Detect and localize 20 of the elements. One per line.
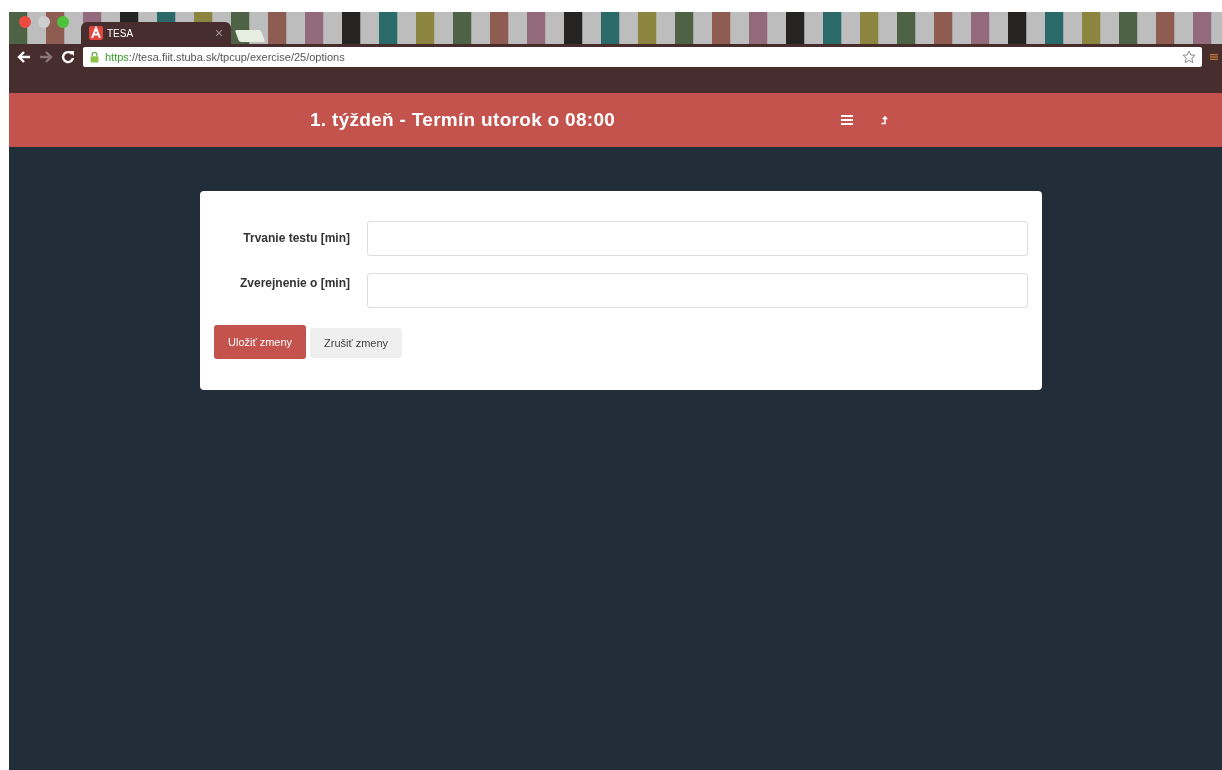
browser-tab[interactable]: TESA [81, 22, 231, 44]
logo-icon [89, 26, 103, 40]
field-label: Trvanie testu [min] [242, 230, 350, 245]
cancel-button[interactable]: Zrušiť zmeny [310, 328, 403, 358]
forward-arrow-icon[interactable] [39, 50, 53, 64]
input-field[interactable] [367, 273, 1028, 308]
close-icon[interactable] [215, 29, 223, 37]
menu-icon[interactable] [840, 113, 854, 127]
star-icon[interactable] [1182, 50, 1196, 64]
input-field[interactable] [367, 221, 1028, 256]
save-button[interactable]: Uložiť zmeny [214, 325, 307, 359]
reload-icon[interactable] [61, 50, 75, 64]
upload-arrow-icon[interactable] [880, 113, 890, 127]
field-label: Zverejnenie o [min] [238, 275, 350, 290]
back-arrow-icon[interactable] [17, 50, 31, 64]
lock-icon [89, 51, 100, 63]
address-bar[interactable]: https://tesa.fiit.stuba.sk/tpcup/exercise/25/options [83, 47, 1202, 67]
tab-title: TESA [107, 27, 135, 39]
page-title: 1. týždeň - Termín utorok o 08:00 [310, 109, 617, 131]
url-text: https://tesa.fiit.stuba.sk/tpcup/exercise/25/options [105, 51, 346, 63]
